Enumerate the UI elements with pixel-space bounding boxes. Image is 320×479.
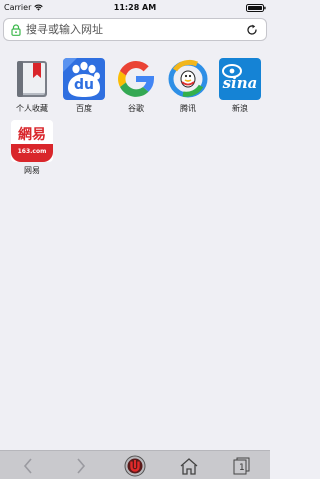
bookmark-tile-google[interactable]: 谷歌 xyxy=(110,58,162,114)
refresh-icon[interactable] xyxy=(246,24,258,36)
baidu-logo-icon: du xyxy=(63,58,105,100)
tabs-button[interactable]: 1 xyxy=(231,455,253,477)
google-logo-icon xyxy=(115,58,157,100)
status-bar: Carrier 11:28 AM xyxy=(0,0,270,16)
baidu-logo-text: du xyxy=(74,77,94,93)
bookmark-tile-favorites[interactable]: 个人收藏 xyxy=(6,58,58,114)
back-button[interactable] xyxy=(17,455,39,477)
netease-logo-text: 網易 xyxy=(18,127,46,143)
netease-logo-icon: 網易 163.com xyxy=(11,120,53,162)
tencent-logo-icon xyxy=(167,58,209,100)
battery-icon xyxy=(246,4,266,12)
home-icon xyxy=(180,458,198,475)
forward-button[interactable] xyxy=(70,455,92,477)
tabs-count: 1 xyxy=(239,463,245,473)
bookmark-tile-netease[interactable]: 網易 163.com 网易 xyxy=(6,120,58,176)
home-button[interactable] xyxy=(178,455,200,477)
app-menu-button[interactable] xyxy=(124,455,146,477)
bottom-toolbar: 1 xyxy=(0,450,270,479)
address-bar[interactable] xyxy=(3,18,267,41)
bookmark-tile-baidu[interactable]: du 百度 xyxy=(58,58,110,114)
netease-logo-subtext: 163.com xyxy=(17,148,47,155)
chevron-left-icon xyxy=(23,458,32,474)
status-time: 11:28 AM xyxy=(113,3,157,12)
sina-logo-text: sina xyxy=(222,74,258,92)
bookmark-label: 百度 xyxy=(76,104,92,113)
bookmark-label: 谷歌 xyxy=(128,104,144,113)
bookmark-book-icon xyxy=(11,58,53,100)
bookmark-tile-tencent[interactable]: 腾讯 xyxy=(162,58,214,114)
lock-icon xyxy=(11,23,21,36)
sina-logo-icon: sina xyxy=(219,58,261,100)
app-logo-icon xyxy=(124,455,146,477)
chevron-right-icon xyxy=(77,458,86,474)
bookmark-label: 腾讯 xyxy=(180,104,196,113)
bookmark-label: 新浪 xyxy=(232,104,248,113)
bookmark-label: 个人收藏 xyxy=(16,104,48,113)
bookmark-tile-sina[interactable]: sina 新浪 xyxy=(214,58,266,114)
bookmark-label: 网易 xyxy=(24,166,40,175)
url-search-input[interactable] xyxy=(26,23,246,36)
